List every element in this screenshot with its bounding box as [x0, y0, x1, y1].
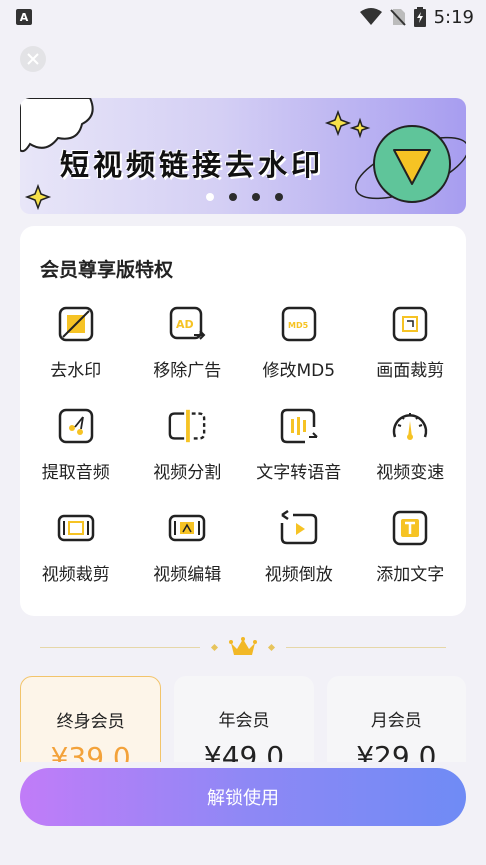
privileges-grid: 去水印 AD 移除广告 MD5 修改MD5 画面裁剪 提取音频 视频分割 文字转…	[20, 304, 466, 610]
add-text-icon	[390, 508, 430, 548]
crown-icon	[229, 637, 257, 655]
video-reverse-icon	[279, 508, 319, 548]
banner-pagination	[206, 193, 283, 201]
promo-banner[interactable]: 短视频链接去水印	[20, 98, 466, 214]
privileges-card: 会员尊享版特权 去水印 AD 移除广告 MD5 修改MD5 画面裁剪 提取音频 …	[20, 226, 466, 616]
ad-remove-icon: AD	[167, 304, 207, 344]
feature-video-speed[interactable]: 视频变速	[355, 406, 467, 508]
feature-label: 视频分割	[153, 463, 222, 483]
plan-name: 年会员	[218, 711, 270, 731]
feature-label: 视频倒放	[264, 565, 333, 585]
feature-label: 提取音频	[41, 463, 110, 483]
feature-split-video[interactable]: 视频分割	[132, 406, 244, 508]
feature-crop-frame[interactable]: 画面裁剪	[355, 304, 467, 406]
feature-remove-ads[interactable]: AD 移除广告	[132, 304, 244, 406]
banner-dot-3[interactable]	[252, 193, 260, 201]
feature-label: 添加文字	[376, 565, 445, 585]
banner-dot-2[interactable]	[229, 193, 237, 201]
feature-label: 画面裁剪	[376, 361, 445, 381]
banner-dot-4[interactable]	[275, 193, 283, 201]
video-crop-icon	[56, 508, 96, 548]
feature-add-text[interactable]: 添加文字	[355, 508, 467, 610]
feature-edit-video[interactable]: 视频编辑	[132, 508, 244, 610]
feature-text-to-speech[interactable]: 文字转语音	[243, 406, 355, 508]
video-split-icon	[167, 406, 207, 446]
banner-title: 短视频链接去水印	[60, 148, 325, 182]
feature-remove-watermark[interactable]: 去水印	[20, 304, 132, 406]
video-edit-icon	[167, 508, 207, 548]
audio-extract-icon	[56, 406, 96, 446]
plan-name: 终身会员	[56, 712, 125, 732]
status-bar: A 5:19	[0, 0, 486, 34]
close-icon	[27, 53, 39, 65]
clock: 5:19	[433, 6, 474, 28]
feature-label: 视频变速	[376, 463, 445, 483]
text-to-speech-icon	[279, 406, 319, 446]
feature-label: 视频裁剪	[41, 565, 110, 585]
feature-label: 移除广告	[153, 361, 222, 381]
plan-name: 月会员	[370, 711, 422, 731]
unlock-button[interactable]: 解锁使用	[20, 768, 466, 826]
wifi-icon	[359, 8, 382, 25]
svg-text:MD5: MD5	[288, 321, 309, 330]
no-sim-icon	[389, 9, 406, 26]
feature-label: 文字转语音	[256, 463, 342, 483]
banner-dot-1[interactable]	[206, 193, 214, 201]
privileges-title: 会员尊享版特权	[40, 259, 174, 281]
feature-label: 去水印	[50, 361, 102, 381]
watermark-remove-icon	[56, 304, 96, 344]
md5-icon: MD5	[279, 304, 319, 344]
feature-crop-video[interactable]: 视频裁剪	[20, 508, 132, 610]
plans-divider	[20, 634, 466, 660]
svg-text:AD: AD	[176, 318, 194, 331]
feature-label: 视频编辑	[153, 565, 222, 585]
feature-label: 修改MD5	[262, 361, 336, 381]
crop-icon	[390, 304, 430, 344]
battery-icon	[413, 7, 426, 27]
speedometer-icon	[390, 406, 430, 446]
notification-icon: A	[16, 9, 32, 25]
feature-extract-audio[interactable]: 提取音频	[20, 406, 132, 508]
close-button[interactable]	[20, 46, 46, 72]
feature-reverse-video[interactable]: 视频倒放	[243, 508, 355, 610]
feature-modify-md5[interactable]: MD5 修改MD5	[243, 304, 355, 406]
